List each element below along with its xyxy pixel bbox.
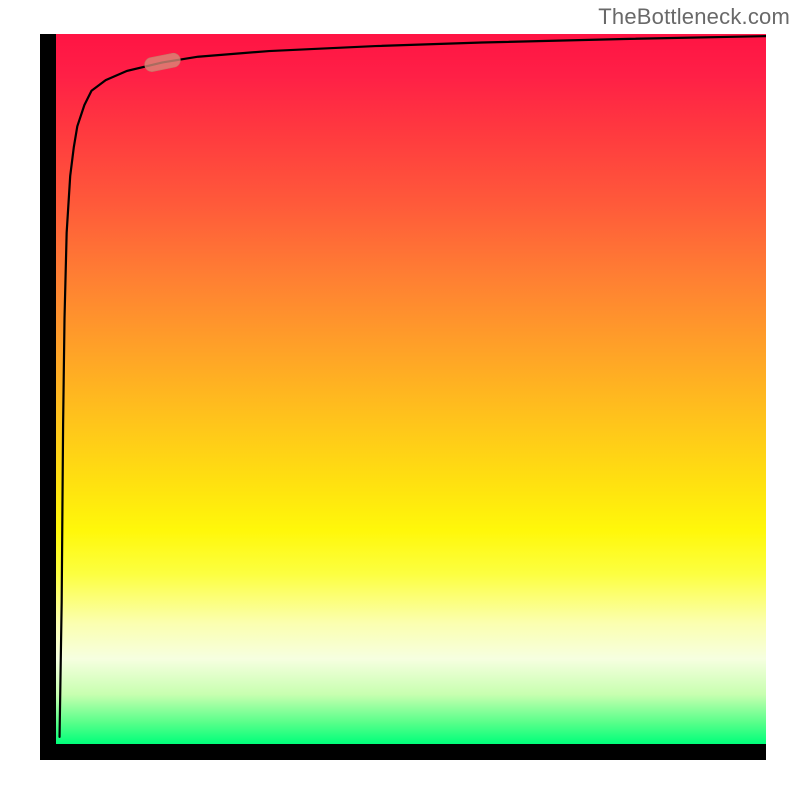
- curve-svg: [56, 34, 766, 744]
- chart-stage: TheBottleneck.com: [0, 0, 800, 800]
- plot-frame: [40, 34, 766, 760]
- attribution-label: TheBottleneck.com: [598, 4, 790, 30]
- plot-area: [56, 34, 766, 744]
- curve-line: [60, 36, 766, 737]
- curve-marker: [143, 52, 181, 73]
